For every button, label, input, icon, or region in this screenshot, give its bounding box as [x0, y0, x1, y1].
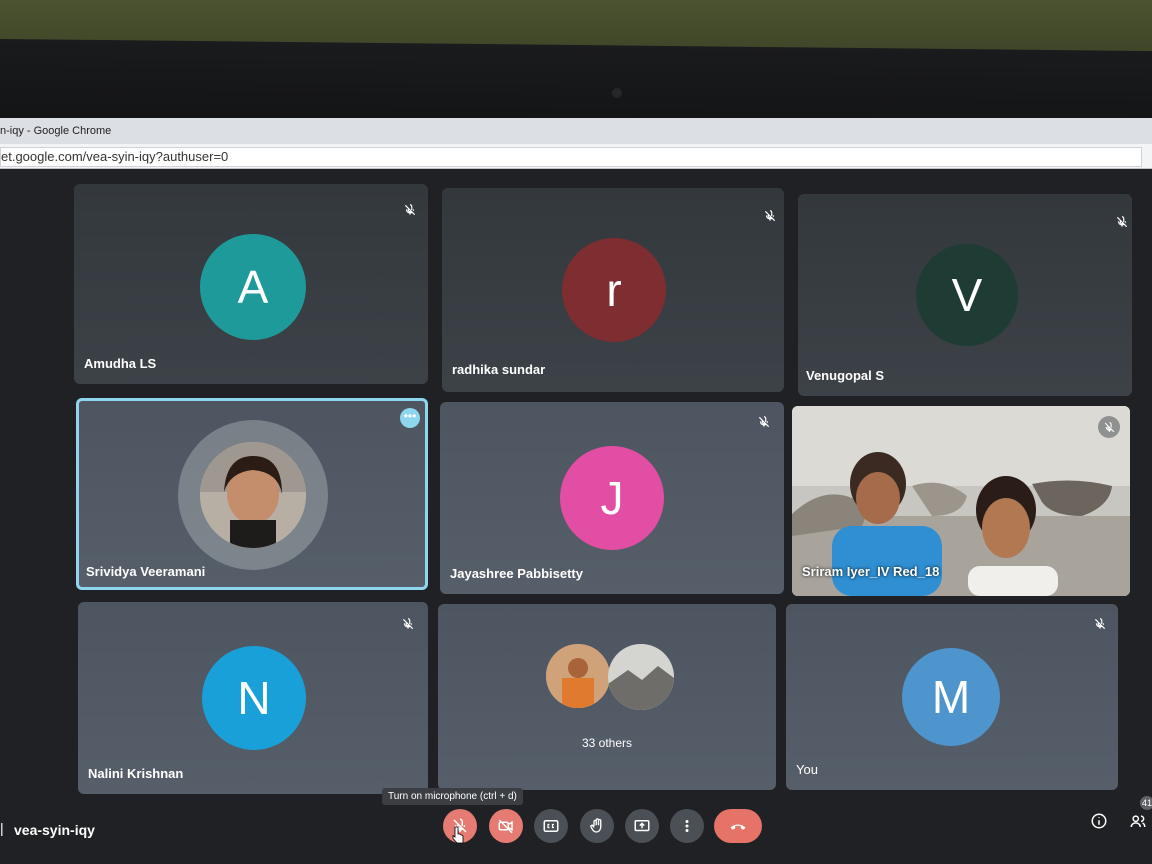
- avatar: N: [202, 646, 306, 750]
- captions-button[interactable]: [534, 809, 568, 843]
- others-tile[interactable]: 33 others: [438, 604, 776, 790]
- avatar-photo: [546, 644, 610, 708]
- participant-name: radhika sundar: [452, 362, 546, 377]
- participant-name: You: [796, 762, 818, 777]
- camera-button[interactable]: [489, 809, 523, 843]
- avatar-initial: V: [951, 269, 983, 321]
- participants-icon[interactable]: [1128, 812, 1148, 830]
- address-bar: et.google.com/vea-syin-iqy?authuser=0: [0, 144, 1152, 169]
- avatar-photo: [200, 442, 306, 548]
- avatar-photo: [608, 644, 674, 710]
- avatar: A: [200, 234, 306, 340]
- mic-off-icon: [400, 616, 416, 632]
- microphone-tooltip: Turn on microphone (ctrl + d): [382, 788, 523, 805]
- participant-video-tile[interactable]: Sriram Iyer_IV Red_18: [792, 406, 1130, 596]
- present-screen-icon: [634, 820, 650, 832]
- meeting-code: vea-syin-iqy: [14, 822, 95, 838]
- avatar: M: [902, 648, 1000, 746]
- participant-count-badge: 41: [1140, 796, 1152, 810]
- mic-off-icon: [762, 208, 778, 224]
- participant-tile[interactable]: J Jayashree Pabbisetty: [440, 402, 784, 594]
- avatar-initial: J: [600, 472, 624, 524]
- divider: |: [0, 820, 4, 836]
- mouse-cursor-icon: [452, 826, 464, 844]
- participant-name: Sriram Iyer_IV Red_18: [802, 564, 940, 579]
- avatar: J: [560, 446, 664, 550]
- mic-off-icon: [1114, 214, 1130, 230]
- meeting-details-icon[interactable]: [1090, 812, 1108, 830]
- avatar-initial: M: [931, 671, 971, 723]
- mic-off-icon: [402, 202, 418, 218]
- present-button[interactable]: [625, 809, 659, 843]
- more-vert-icon: [685, 820, 689, 832]
- browser-title-bar: n-iqy - Google Chrome: [0, 118, 1152, 144]
- participant-tile[interactable]: r radhika sundar: [442, 188, 784, 392]
- leave-call-button[interactable]: [714, 809, 762, 843]
- participant-tile[interactable]: A Amudha LS: [74, 184, 428, 384]
- more-options-button[interactable]: [670, 809, 704, 843]
- raise-hand-button[interactable]: [580, 809, 614, 843]
- mic-off-icon: [1092, 616, 1108, 632]
- hand-icon: [590, 818, 602, 833]
- others-count: 33 others: [581, 736, 633, 750]
- participant-name: Nalini Krishnan: [88, 766, 184, 781]
- mic-off-icon: [756, 414, 772, 430]
- participant-name: Jayashree Pabbisetty: [450, 566, 583, 581]
- more-options-icon[interactable]: •••: [400, 408, 420, 428]
- participant-tile[interactable]: N Nalini Krishnan: [78, 602, 428, 794]
- participant-name: Venugopal S: [806, 368, 885, 383]
- window-title: n-iqy - Google Chrome: [0, 125, 112, 137]
- laptop-screen: n-iqy - Google Chrome et.google.com/vea-…: [0, 118, 1152, 864]
- participant-tile-active-speaker[interactable]: Srividya Veeramani •••: [76, 398, 428, 590]
- participant-name: Amudha LS: [84, 356, 157, 371]
- avatar-initial: r: [606, 264, 622, 316]
- meet-grid: A Amudha LS r radhika sundar V Venugopal…: [0, 170, 1152, 864]
- avatar-initial: A: [237, 261, 269, 313]
- avatar: V: [916, 244, 1018, 346]
- end-call-icon: [730, 824, 746, 830]
- self-tile[interactable]: M You: [786, 604, 1118, 790]
- webcam: [612, 88, 622, 98]
- closed-captions-icon: [543, 820, 559, 832]
- avatar: r: [562, 238, 666, 342]
- participant-name: Srividya Veeramani: [86, 564, 206, 579]
- url-text: et.google.com/vea-syin-iqy?authuser=0: [1, 149, 229, 164]
- url-input[interactable]: et.google.com/vea-syin-iqy?authuser=0: [0, 147, 1142, 167]
- avatar-initial: N: [237, 672, 271, 724]
- participant-tile[interactable]: V Venugopal S: [798, 194, 1132, 396]
- camera-off-icon: [498, 819, 513, 834]
- mic-off-icon: [1098, 416, 1120, 438]
